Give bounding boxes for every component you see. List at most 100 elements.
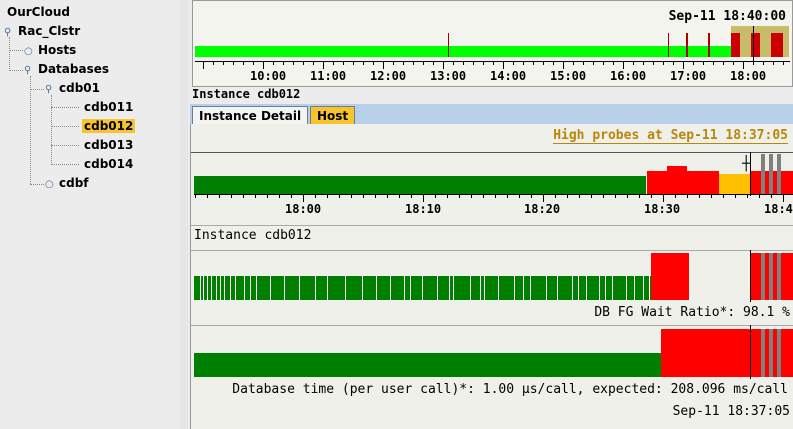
- overview-tick: [423, 61, 424, 65]
- overview-tick: [493, 61, 494, 65]
- db-time-gray-bar: [769, 329, 773, 377]
- detail-tick-label: 18:20: [524, 202, 561, 216]
- wait-ratio-gray-bar: [777, 253, 781, 300]
- detail-tick: [615, 194, 616, 198]
- overview-event-mark: [708, 33, 710, 57]
- tree-node-cdbf[interactable]: ○ cdbf: [45, 174, 91, 192]
- overview-tick-label: 13:00: [430, 69, 467, 83]
- probe-orange-bar: [719, 174, 750, 194]
- overview-tick: [723, 61, 724, 65]
- overview-tick: [233, 61, 234, 65]
- tree-node-ourcloud[interactable]: OurCloud: [5, 3, 72, 21]
- overview-tick: [363, 61, 364, 65]
- overview-tick-label: 15:00: [550, 69, 587, 83]
- wait-ratio-red-bar: [651, 253, 689, 300]
- alert-link[interactable]: High probes at Sep-11 18:37:05: [553, 128, 788, 144]
- wait-ratio-gap-line: [599, 276, 600, 300]
- wait-ratio-gap-line: [362, 276, 363, 300]
- overview-timeline[interactable]: Sep-11 18:40:00 10:00 11:00 12:00 13:00 …: [192, 0, 793, 87]
- detail-tick: [459, 194, 460, 198]
- detail-tick: [231, 194, 232, 198]
- overview-tick-label: 12:00: [370, 69, 407, 83]
- detail-tick-label: 18:10: [405, 202, 442, 216]
- overview-tick: [263, 61, 264, 69]
- overview-tick: [743, 61, 744, 69]
- tree-node-cdb014[interactable]: cdb014: [82, 155, 135, 173]
- detail-tick: [735, 194, 736, 198]
- wait-ratio-gap-line: [203, 276, 204, 300]
- wait-ratio-gap-line: [244, 276, 245, 300]
- overview-tick: [753, 61, 754, 65]
- tab-host[interactable]: Host: [310, 106, 356, 125]
- overview-tick: [783, 61, 784, 65]
- wait-ratio-gap-line: [224, 276, 225, 300]
- overview-tick: [683, 61, 684, 69]
- wait-ratio-gap-line: [449, 276, 450, 300]
- detail-tick: [759, 194, 760, 198]
- wait-ratio-gap-line: [546, 276, 547, 300]
- overview-tick: [573, 61, 574, 65]
- overview-tick: [543, 61, 544, 65]
- tree-node-label: Databases: [38, 62, 110, 76]
- overview-tick-label: 17:00: [670, 69, 707, 83]
- db-time-green-band: [194, 353, 661, 377]
- overview-tick: [483, 61, 484, 65]
- overview-tick: [563, 61, 564, 69]
- overview-tick: [473, 61, 474, 65]
- detail-tick: [687, 194, 688, 198]
- wait-ratio-gap-line: [376, 276, 377, 300]
- overview-tick: [313, 61, 314, 65]
- wait-ratio-gap-line: [207, 276, 208, 300]
- overview-tick: [283, 61, 284, 65]
- detail-tick: [411, 194, 412, 198]
- tree-node-label: Hosts: [38, 43, 77, 57]
- tree-node-cdb011[interactable]: cdb011: [82, 98, 135, 116]
- overview-tick: [733, 61, 734, 65]
- collapse-handle-icon[interactable]: ○: [24, 43, 36, 61]
- db-time-label: Database time (per user call)*: 1.00 μs/…: [232, 382, 788, 397]
- tab-instance-detail[interactable]: Instance Detail: [192, 106, 309, 125]
- detail-tick: [387, 194, 388, 198]
- wait-ratio-gap-line: [480, 276, 481, 300]
- overview-tick: [383, 61, 384, 69]
- detail-tick: [519, 194, 520, 198]
- tree-node-label: cdb012: [82, 119, 136, 133]
- tree-node-rac-clstr[interactable]: ⚲ Rac_Clstr: [4, 22, 82, 40]
- detail-tick: [267, 194, 268, 198]
- overview-tick: [243, 61, 244, 65]
- wait-ratio-gap-line: [390, 276, 391, 300]
- expand-handle-icon[interactable]: ⚲: [4, 24, 16, 42]
- overview-tick: [763, 61, 764, 65]
- wait-ratio-gap-line: [422, 276, 423, 300]
- tree-node-cdb013[interactable]: cdb013: [82, 136, 135, 154]
- wait-ratio-gap-line: [612, 276, 613, 300]
- wait-ratio-gap-line: [643, 276, 644, 300]
- bottom-timestamp: Sep-11 18:37:05: [672, 404, 790, 419]
- probe-red-bar: [647, 171, 667, 194]
- wait-ratio-gap-line: [410, 276, 411, 300]
- tree-node-databases[interactable]: ⚲ Databases: [24, 60, 111, 78]
- wait-ratio-gap-line: [453, 276, 454, 300]
- detail-tick: [639, 194, 640, 198]
- wait-ratio-label: DB FG Wait Ratio*: 98.1 %: [594, 305, 790, 320]
- collapse-handle-icon[interactable]: ○: [45, 176, 57, 194]
- detail-tick: [195, 194, 196, 198]
- instance-detail-panel: High probes at Sep-11 18:37:05 ┼ 18:00 1…: [190, 124, 793, 429]
- tree-node-cdb01[interactable]: ⚲ cdb01: [45, 79, 102, 97]
- overview-tick: [623, 61, 624, 69]
- wait-ratio-gap-line: [572, 276, 573, 300]
- tree-node-hosts[interactable]: ○ Hosts: [24, 41, 78, 59]
- detail-tick: [663, 194, 664, 202]
- tree-node-cdb012[interactable]: cdb012: [82, 117, 136, 135]
- overview-tick-label: 11:00: [310, 69, 347, 83]
- overview-cursor-marker: [753, 26, 754, 64]
- overview-event-mark: [448, 33, 449, 57]
- wait-ratio-gap-line: [235, 276, 236, 300]
- instance-header: Instance cdb012: [192, 87, 301, 101]
- detail-tick: [255, 194, 256, 198]
- db-time-cursor-marker: [750, 325, 751, 379]
- tree-node-label: OurCloud: [7, 5, 70, 19]
- wait-ratio-gap-line: [284, 276, 285, 300]
- detail-tick: [555, 194, 556, 198]
- detail-tick: [591, 194, 592, 198]
